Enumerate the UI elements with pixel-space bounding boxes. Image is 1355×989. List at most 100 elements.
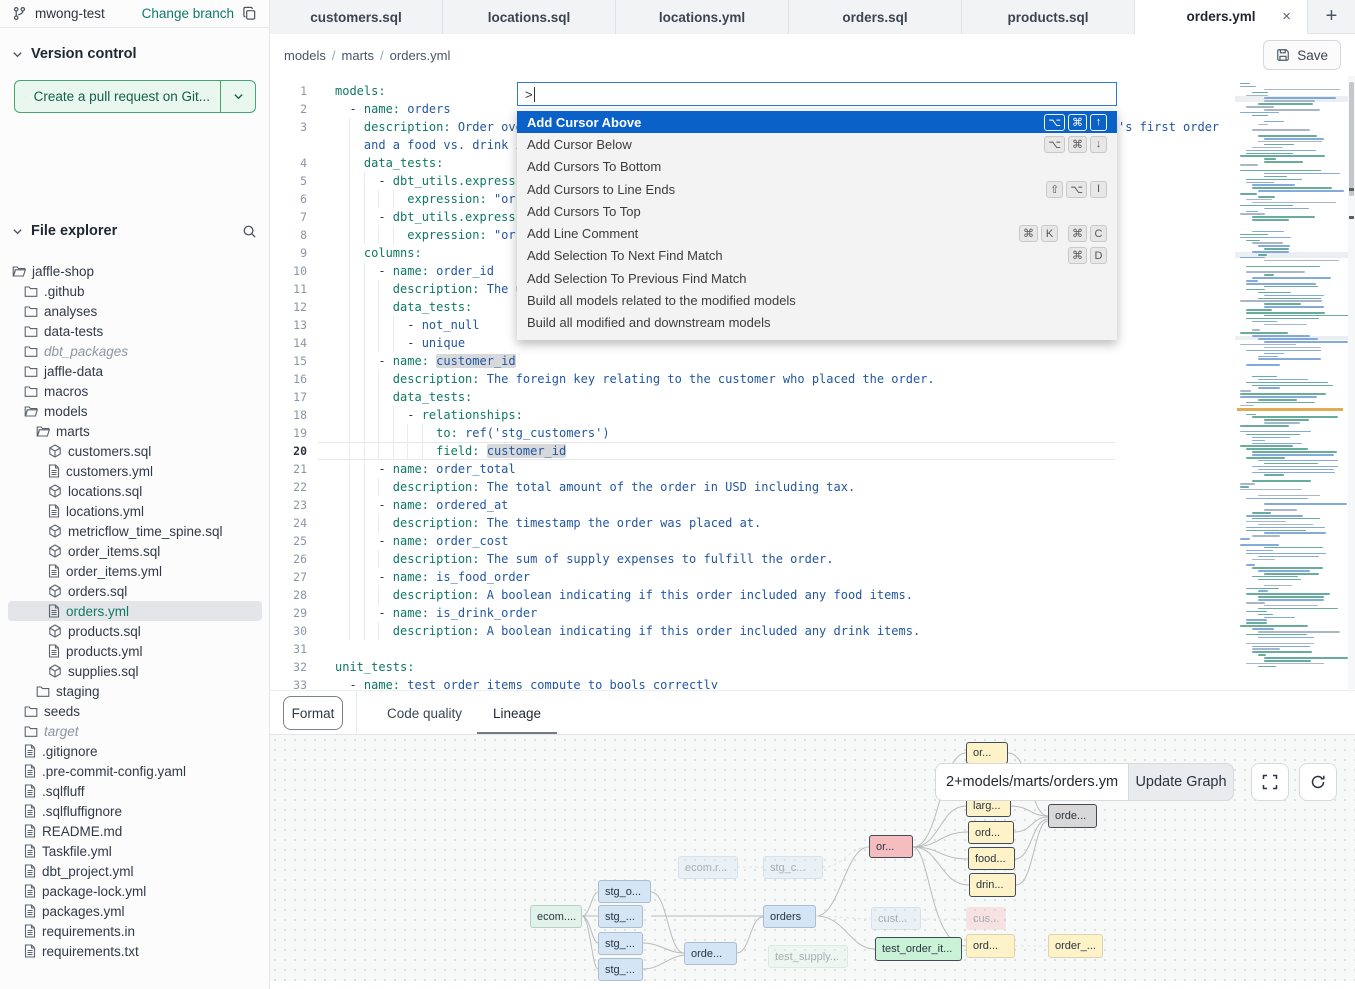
tab-products-sql[interactable]: products.sql <box>962 0 1135 34</box>
file-explorer-header[interactable]: File explorer <box>0 223 269 239</box>
tree-item-label: .github <box>44 284 85 299</box>
editor-scrollbar[interactable] <box>1348 76 1355 689</box>
code-line-20: 20 field: customer_id <box>270 442 1235 460</box>
line-number: 8 <box>270 226 307 244</box>
palette-item-build-all-modified-and-downstream-models[interactable]: Build all modified and downstream models <box>517 312 1117 334</box>
create-pr-button[interactable]: Create a pull request on Git... <box>14 80 256 113</box>
tree-item-macros[interactable]: macros <box>8 381 262 401</box>
lineage-node-stg-[interactable]: stg_... <box>598 958 643 981</box>
lineage-node-order-[interactable]: order_... <box>1048 934 1103 958</box>
tree-item-package-lock-yml[interactable]: package-lock.yml <box>8 881 262 901</box>
palette-item-add-cursors-to-bottom[interactable]: Add Cursors To Bottom <box>517 156 1117 178</box>
save-button[interactable]: Save <box>1263 40 1341 70</box>
tree-item-orders-yml[interactable]: orders.yml <box>8 601 262 621</box>
change-branch-link[interactable]: Change branch <box>142 6 234 21</box>
tree-item-data-tests[interactable]: data-tests <box>8 321 262 341</box>
lineage-node-orde-[interactable]: orde... <box>684 942 737 965</box>
version-control-header[interactable]: Version control <box>0 46 269 62</box>
lineage-node-ord-[interactable]: ord... <box>966 934 1015 958</box>
tree-item-products-sql[interactable]: products.sql <box>8 621 262 641</box>
tree-item-requirements-txt[interactable]: requirements.txt <box>8 941 262 961</box>
palette-item-add-cursor-above[interactable]: Add Cursor Above⌥⌘↑ <box>517 111 1117 133</box>
lineage-node-ecom-[interactable]: ecom.... <box>530 905 582 928</box>
tree-item-customers-yml[interactable]: customers.yml <box>8 461 262 481</box>
tree-item-seeds[interactable]: seeds <box>8 701 262 721</box>
lineage-selector-input[interactable] <box>935 763 1128 801</box>
tree-item-products-yml[interactable]: products.yml <box>8 641 262 661</box>
lineage-node-cus-[interactable]: cus... <box>966 907 1006 930</box>
tree-item--github[interactable]: .github <box>8 281 262 301</box>
tree-item--gitignore[interactable]: .gitignore <box>8 741 262 761</box>
breadcrumb-marts[interactable]: marts <box>342 48 375 63</box>
tree-item-jaffle-shop[interactable]: jaffle-shop <box>8 261 262 281</box>
tab-lineage[interactable]: Lineage <box>493 691 541 735</box>
search-icon[interactable] <box>242 224 257 239</box>
lineage-node-food-[interactable]: food... <box>968 847 1015 870</box>
tree-item-supplies-sql[interactable]: supplies.sql <box>8 661 262 681</box>
lineage-node-test-supply-[interactable]: test_supply... <box>768 945 848 968</box>
lineage-node-stg-c-[interactable]: stg_c... <box>763 856 823 879</box>
tree-item-requirements-in[interactable]: requirements.in <box>8 921 262 941</box>
lineage-node-orders[interactable]: orders <box>763 905 816 928</box>
tree-item-packages-yml[interactable]: packages.yml <box>8 901 262 921</box>
tab-locations-yml[interactable]: locations.yml <box>616 0 789 34</box>
tree-item-marts[interactable]: marts <box>8 421 262 441</box>
lineage-node-ord-[interactable]: ord... <box>968 821 1014 844</box>
tab-customers-sql[interactable]: customers.sql <box>270 0 443 34</box>
tree-item--sqlfluff[interactable]: .sqlfluff <box>8 781 262 801</box>
command-palette-input[interactable]: > <box>517 82 1117 106</box>
tree-item-order-items-yml[interactable]: order_items.yml <box>8 561 262 581</box>
tab-locations-sql[interactable]: locations.sql <box>443 0 616 34</box>
lineage-node-orde-[interactable]: orde... <box>1048 804 1097 828</box>
tree-item-target[interactable]: target <box>8 721 262 741</box>
tree-item--sqlfluffignore[interactable]: .sqlfluffignore <box>8 801 262 821</box>
fullscreen-button[interactable] <box>1251 763 1289 801</box>
tab-orders-sql[interactable]: orders.sql <box>789 0 962 34</box>
palette-item-build-all-models-related-to-the-modified-models[interactable]: Build all models related to the modified… <box>517 289 1117 311</box>
update-graph-button[interactable]: Update Graph <box>1128 763 1234 801</box>
lineage-node-or-[interactable]: or... <box>869 835 913 858</box>
lineage-node-ecom-r-[interactable]: ecom.r... <box>678 856 738 879</box>
scrollbar-thumb[interactable] <box>1349 82 1354 196</box>
palette-item-add-line-comment[interactable]: Add Line Comment⌘K⌘C <box>517 222 1117 244</box>
breadcrumb-models[interactable]: models <box>284 48 326 63</box>
palette-item-add-selection-to-previous-find-match[interactable]: Add Selection To Previous Find Match <box>517 267 1117 289</box>
tree-item-analyses[interactable]: analyses <box>8 301 262 321</box>
tree-item-dbt-packages[interactable]: dbt_packages <box>8 341 262 361</box>
refresh-button[interactable] <box>1299 763 1337 801</box>
tree-item-orders-sql[interactable]: orders.sql <box>8 581 262 601</box>
tree-item-staging[interactable]: staging <box>8 681 262 701</box>
tab-orders-yml[interactable]: orders.yml× <box>1135 0 1308 34</box>
tree-item-order-items-sql[interactable]: order_items.sql <box>8 541 262 561</box>
tree-item-taskfile-yml[interactable]: Taskfile.yml <box>8 841 262 861</box>
tree-item-models[interactable]: models <box>8 401 262 421</box>
tree-item-dbt-project-yml[interactable]: dbt_project.yml <box>8 861 262 881</box>
lineage-node-stg-[interactable]: stg_... <box>598 932 643 955</box>
breadcrumb-file[interactable]: orders.yml <box>390 48 451 63</box>
lineage-node-stg-[interactable]: stg_... <box>598 905 643 928</box>
palette-item-add-selection-to-next-find-match[interactable]: Add Selection To Next Find Match⌘D <box>517 245 1117 267</box>
tree-item-locations-sql[interactable]: locations.sql <box>8 481 262 501</box>
lineage-graph[interactable]: Update Graph ecom....stg_o...stg_...stg_… <box>270 734 1355 981</box>
lineage-node-stg-o-[interactable]: stg_o... <box>598 880 651 903</box>
tree-item-locations-yml[interactable]: locations.yml <box>8 501 262 521</box>
tab-code-quality[interactable]: Code quality <box>387 691 462 735</box>
new-tab-button[interactable]: + <box>1308 0 1355 33</box>
editor-minimap[interactable] <box>1235 76 1348 689</box>
tree-item-readme-md[interactable]: README.md <box>8 821 262 841</box>
lineage-node-test-order-it-[interactable]: test_order_it... <box>875 937 962 961</box>
palette-item-add-cursors-to-line-ends[interactable]: Add Cursors to Line Ends⇧⌥I <box>517 178 1117 200</box>
pr-dropdown-caret[interactable] <box>221 81 255 112</box>
palette-item-add-cursor-below[interactable]: Add Cursor Below⌥⌘↓ <box>517 133 1117 155</box>
format-button[interactable]: Format <box>283 696 343 730</box>
copy-icon[interactable] <box>242 6 257 21</box>
tree-item-metricflow-time-spine-sql[interactable]: metricflow_time_spine.sql <box>8 521 262 541</box>
lineage-node-or-[interactable]: or... <box>966 742 1008 764</box>
close-tab-icon[interactable]: × <box>1282 8 1291 25</box>
tree-item--pre-commit-config-yaml[interactable]: .pre-commit-config.yaml <box>8 761 262 781</box>
tree-item-customers-sql[interactable]: customers.sql <box>8 441 262 461</box>
lineage-node-drin-[interactable]: drin... <box>969 873 1016 897</box>
lineage-node-cust-[interactable]: cust... <box>871 907 921 930</box>
palette-item-add-cursors-to-top[interactable]: Add Cursors To Top <box>517 200 1117 222</box>
tree-item-jaffle-data[interactable]: jaffle-data <box>8 361 262 381</box>
